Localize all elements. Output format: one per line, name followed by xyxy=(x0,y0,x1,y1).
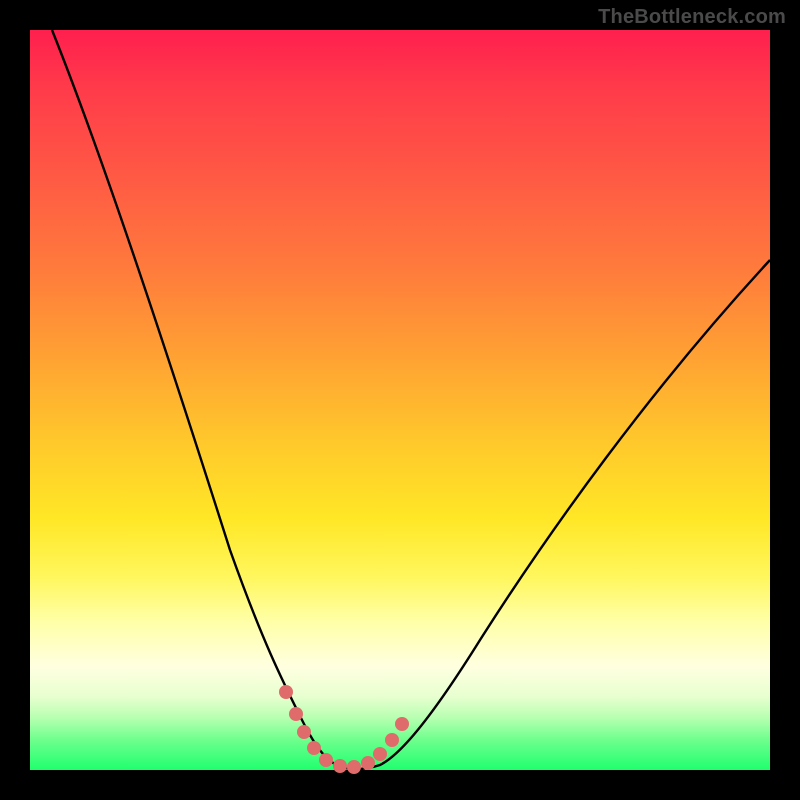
watermark-text: TheBottleneck.com xyxy=(598,6,786,29)
chart-frame: TheBottleneck.com xyxy=(0,0,800,800)
chart-svg xyxy=(30,30,770,770)
optimal-zone-dots xyxy=(279,685,409,774)
plot-area xyxy=(30,30,770,770)
bottleneck-curve xyxy=(52,30,770,769)
